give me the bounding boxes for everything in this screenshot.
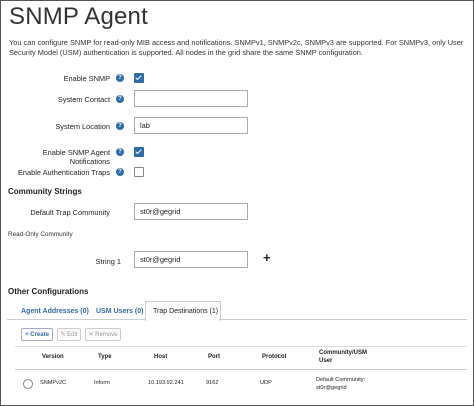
create-button[interactable]: + Create [21,328,53,341]
table-divider [15,369,467,370]
system-contact-input[interactable] [134,90,248,107]
string-1-input[interactable]: st0r@gegrid [134,251,248,268]
enable-notifications-checkbox[interactable] [134,147,144,157]
help-icon[interactable]: ? [116,168,124,176]
column-header-community: Community/USM User [319,350,367,364]
tab-agent-addresses[interactable]: Agent Addresses (0) [21,308,89,315]
other-configurations-heading: Other Configurations [8,287,89,296]
system-contact-label: System Contact [57,95,110,104]
column-header-protocol: Protocol [262,354,287,360]
edit-button[interactable]: ✎ Edit [57,328,81,341]
system-location-input[interactable]: lab [134,117,248,134]
row-select-radio[interactable] [23,379,33,389]
tab-divider [7,319,145,320]
read-only-community-label: Read-Only Community [8,231,73,238]
enable-auth-traps-label: Enable Authentication Traps [17,168,110,177]
default-trap-community-label: Default Trap Community [30,208,110,217]
enable-auth-traps-checkbox[interactable] [134,167,144,177]
help-icon[interactable]: ? [116,122,124,130]
enable-snmp-checkbox[interactable] [134,73,144,83]
tab-divider [219,319,467,320]
cell-type: Inform [94,380,110,386]
cell-version: SNMPv2C [40,380,67,386]
string-1-label: String 1 [95,257,121,266]
page-description: You can configure SNMP for read-only MIB… [9,38,464,57]
column-header-host: Host [154,354,168,360]
column-header-type: Type [98,354,112,360]
tab-usm-users[interactable]: USM Users (0) [96,308,143,315]
enable-snmp-label: Enable SNMP [63,74,110,83]
tab-trap-destinations[interactable]: Trap Destinations (1) [145,301,221,321]
community-strings-heading: Community Strings [8,187,82,196]
cell-protocol: UDP [260,380,272,386]
cell-host: 10.193.92.241 [148,380,184,386]
tab-trap-destinations-label: Trap Destinations (1) [153,308,219,315]
column-header-version: Version [42,354,64,360]
enable-notifications-label: Enable SNMP Agent Notifications [42,148,110,166]
help-icon[interactable]: ? [116,148,124,156]
system-location-label: System Location [55,122,110,131]
add-community-button[interactable]: + [263,250,271,265]
table-divider [15,346,467,347]
column-header-port: Port [208,354,220,360]
remove-button[interactable]: ✕ Remove [85,328,121,341]
cell-community: Default Community: st0r@gegrid [316,377,366,391]
help-icon[interactable]: ? [116,74,124,82]
default-trap-community-input[interactable]: st0r@gegrid [134,203,248,220]
help-icon[interactable]: ? [116,95,124,103]
cell-port: 9162 [206,380,219,386]
page-title: SNMP Agent [9,3,148,30]
